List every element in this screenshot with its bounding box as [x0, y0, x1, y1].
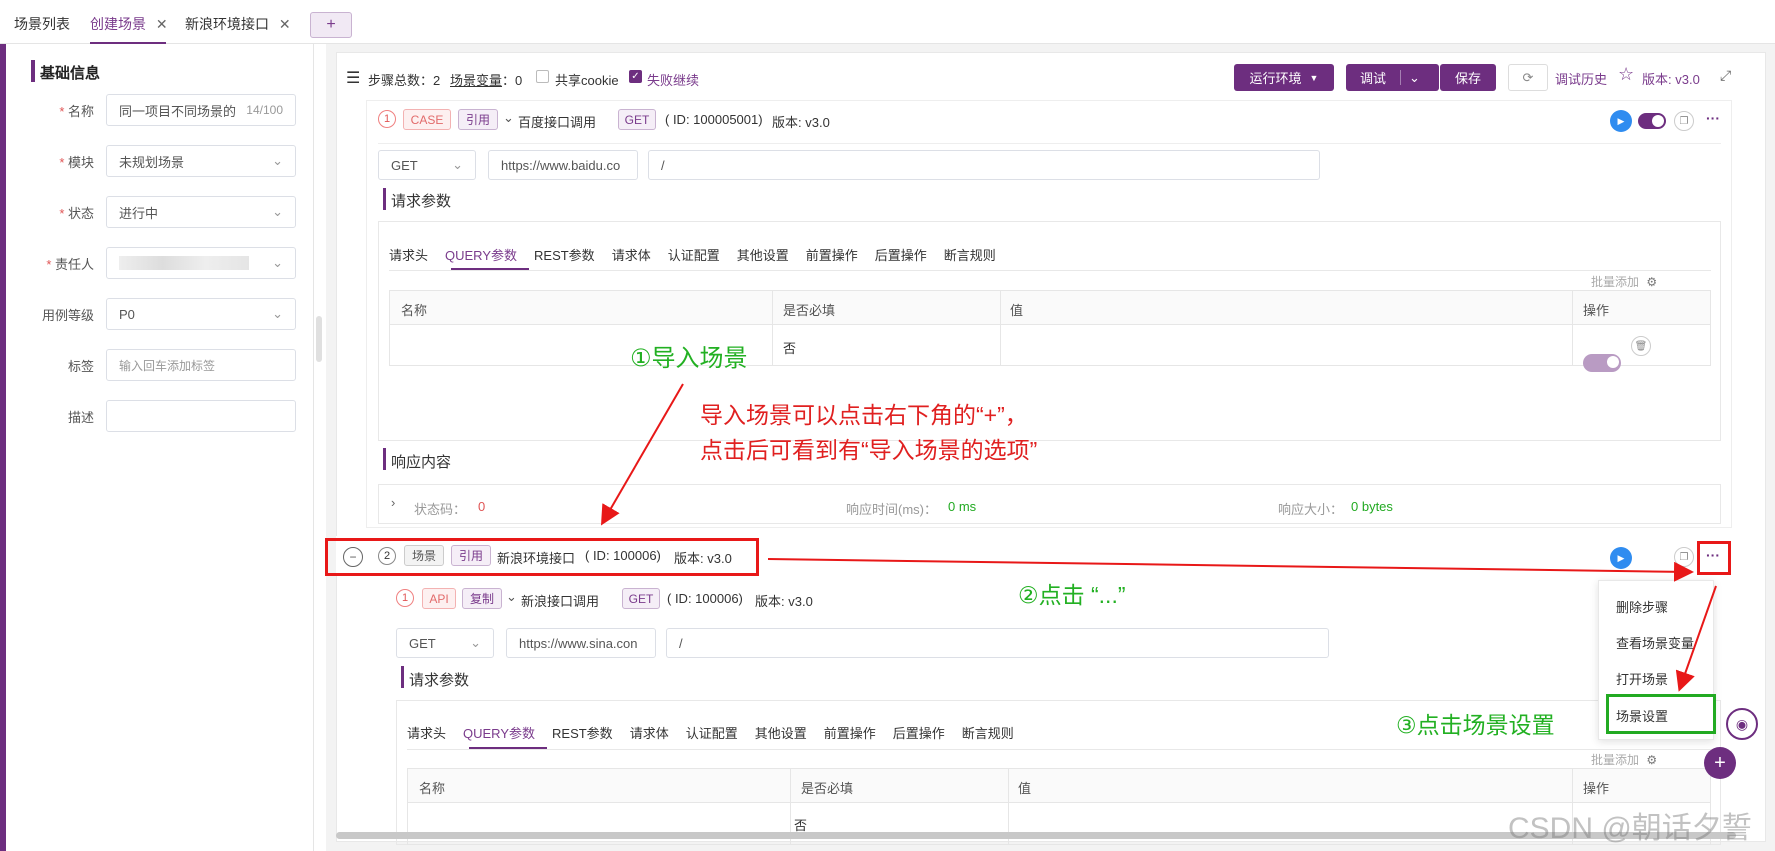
annotation-arrows	[600, 383, 1717, 692]
watermark: CSDN @朝话夕誓	[1508, 812, 1752, 845]
arrow-to-more-button	[767, 558, 1694, 582]
arrow-to-scene-step	[600, 383, 684, 526]
arrow-to-scene-settings	[1675, 585, 1717, 692]
